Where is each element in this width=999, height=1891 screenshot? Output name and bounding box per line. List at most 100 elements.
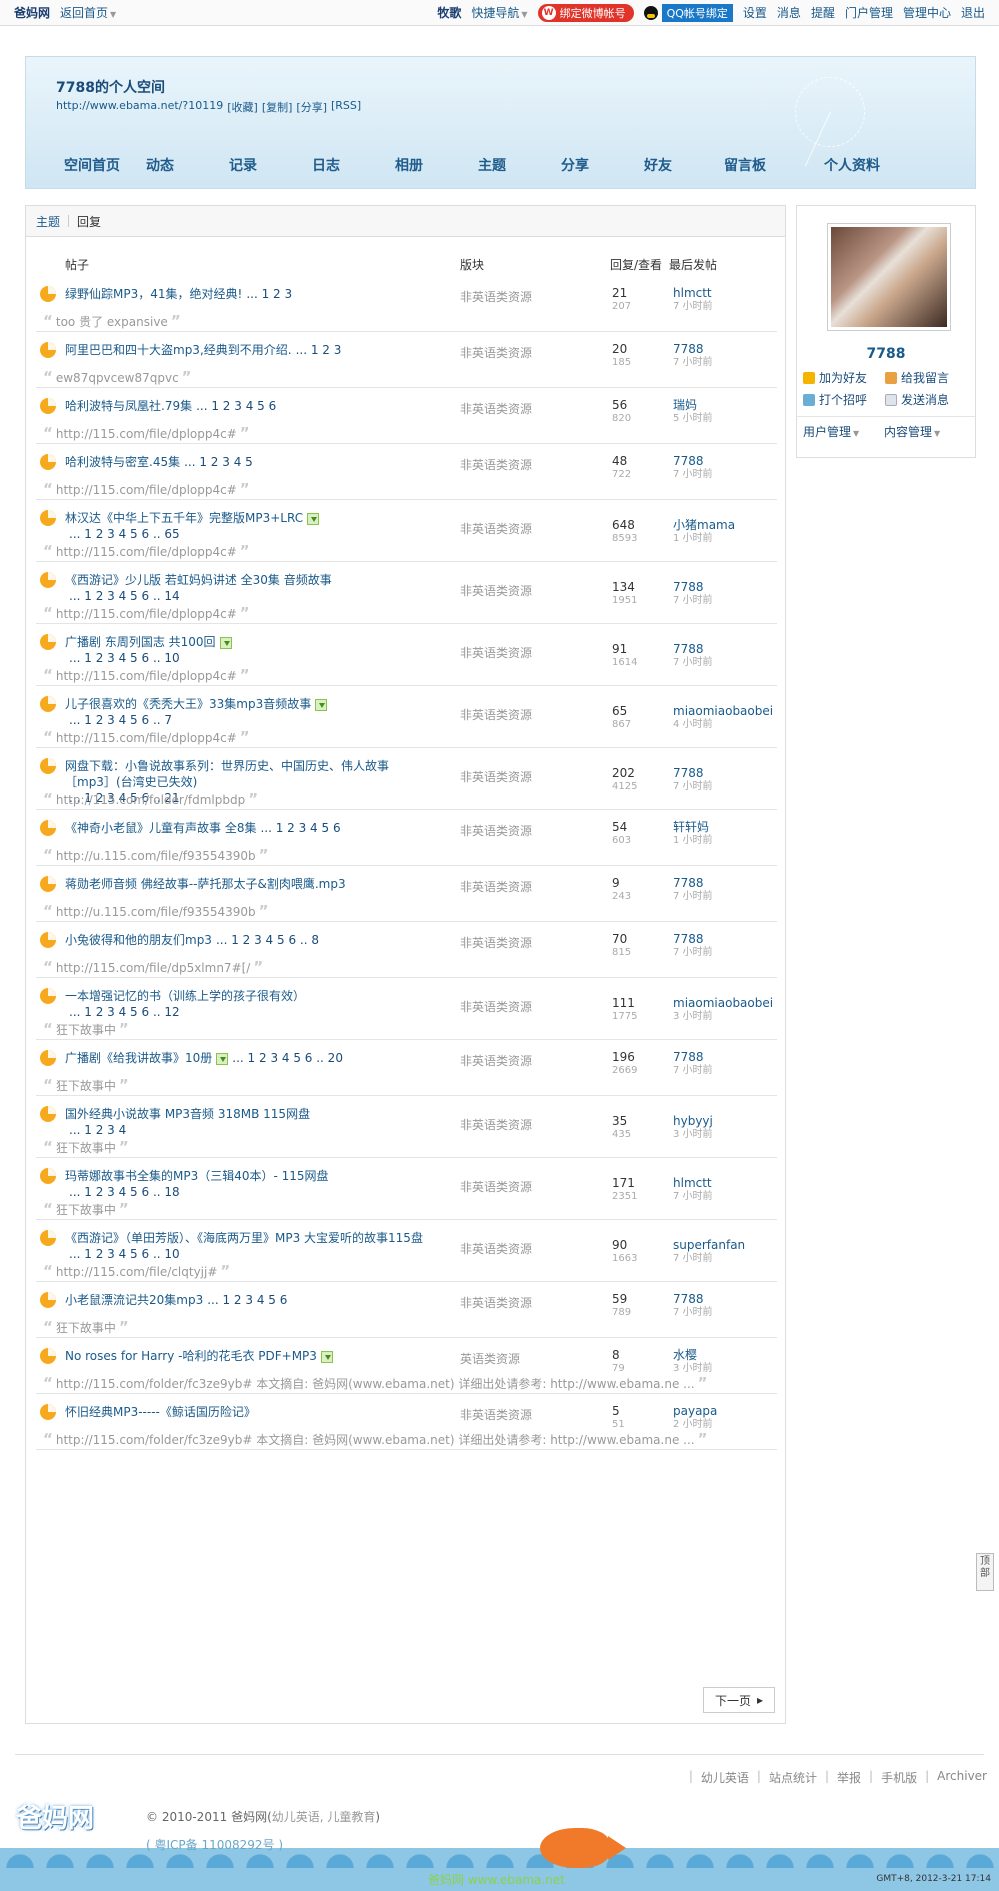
footer-link-archiver[interactable]: Archiver — [937, 1769, 987, 1786]
last-post-time-link[interactable]: 7 小时前 — [673, 890, 713, 904]
icp-link[interactable]: ( 粤ICP备 11008292号 ) — [146, 1836, 283, 1853]
logout-link[interactable]: 退出 — [961, 4, 985, 21]
last-post-time-link[interactable]: 7 小时前 — [673, 1306, 713, 1320]
send-message-link[interactable]: 发送消息 — [885, 391, 949, 408]
rss-link[interactable]: [RSS] — [331, 99, 361, 115]
thread-forum-link[interactable]: 非英语类资源 — [460, 456, 532, 473]
thread-forum-link[interactable]: 非英语类资源 — [460, 288, 532, 305]
reply-quote-link[interactable]: http://115.com/file/clqtyjj# — [56, 1265, 218, 1279]
nav-threads[interactable]: 主题 — [473, 155, 556, 175]
nav-space-home[interactable]: 空间首页 — [56, 155, 141, 175]
nav-guestbook[interactable]: 留言板 — [724, 155, 824, 175]
reply-quote-link[interactable]: 狂下故事中 — [56, 1079, 116, 1093]
last-post-time-link[interactable]: 1 小时前 — [673, 532, 735, 546]
thread-pages-link[interactable]: ... 1 2 3 — [296, 343, 342, 357]
last-poster-link[interactable]: 7788 — [673, 876, 704, 890]
last-post-time-link[interactable]: 7 小时前 — [673, 1064, 713, 1078]
last-post-time-link[interactable]: 4 小时前 — [673, 718, 773, 732]
thread-title-link[interactable]: 广播剧《给我讲故事》10册 — [65, 1051, 212, 1065]
thread-pages-link[interactable]: ... 1 2 3 4 5 6 .. 10 — [69, 651, 180, 665]
tab-replies[interactable]: 回复 — [77, 213, 101, 230]
thread-pages-link[interactable]: ... 1 2 3 4 5 6 .. 65 — [69, 527, 180, 541]
last-poster-link[interactable]: 7788 — [673, 1050, 704, 1064]
nav-share[interactable]: 分享 — [556, 155, 639, 175]
nav-records[interactable]: 记录 — [224, 155, 307, 175]
last-poster-link[interactable]: 7788 — [673, 642, 704, 656]
thread-title-link[interactable]: 国外经典小说故事 MP3音频 318MB 115网盘 — [65, 1107, 310, 1121]
last-poster-link[interactable]: 7788 — [673, 932, 704, 946]
thread-title-link[interactable]: 小兔彼得和他的朋友们mp3 — [65, 933, 212, 947]
footer-link-report[interactable]: 举报 — [837, 1769, 861, 1786]
thread-title-link[interactable]: 小老鼠漂流记共20集mp3 — [65, 1293, 203, 1307]
reply-quote-link[interactable]: 狂下故事中 — [56, 1023, 116, 1037]
thread-forum-link[interactable]: 非英语类资源 — [460, 1116, 532, 1133]
thread-title-link[interactable]: 广播剧 东周列国志 共100回 — [65, 635, 216, 649]
thread-forum-link[interactable]: 非英语类资源 — [460, 706, 532, 723]
last-post-time-link[interactable]: 7 小时前 — [673, 1190, 713, 1204]
next-page-button[interactable]: 下一页 ▸ — [703, 1687, 775, 1713]
reply-quote-link[interactable]: http://115.com/file/dplopp4c# — [56, 669, 237, 683]
last-post-time-link[interactable]: 5 小时前 — [673, 412, 713, 426]
thread-title-link[interactable]: 《西游记》少儿版 若虹妈妈讲述 全30集 音频故事 — [65, 573, 332, 587]
last-poster-link[interactable]: 小猪mama — [673, 518, 735, 532]
notifications-link[interactable]: 提醒 — [811, 4, 835, 21]
thread-pages-link[interactable]: ... 1 2 3 4 5 6 — [207, 1293, 287, 1307]
thread-pages-link[interactable]: ... 1 2 3 4 5 6 — [260, 821, 340, 835]
nav-blog[interactable]: 日志 — [307, 155, 390, 175]
thread-title-link[interactable]: 玛蒂娜故事书全集的MP3（三辑40本）- 115网盘 — [65, 1169, 329, 1183]
thread-forum-link[interactable]: 非英语类资源 — [460, 878, 532, 895]
messages-link[interactable]: 消息 — [777, 4, 801, 21]
thread-pages-link[interactable]: ... 1 2 3 4 5 6 — [196, 399, 276, 413]
nav-friends[interactable]: 好友 — [639, 155, 724, 175]
last-poster-link[interactable]: 7788 — [673, 342, 704, 356]
last-poster-link[interactable]: 7788 — [673, 1292, 704, 1306]
reply-quote-link[interactable]: http://115.com/folder/fdmlpbdp — [56, 793, 245, 807]
last-post-time-link[interactable]: 7 小时前 — [673, 356, 713, 370]
space-title[interactable]: 7788的个人空间 — [56, 77, 165, 97]
last-post-time-link[interactable]: 1 小时前 — [673, 834, 713, 848]
thread-pages-link[interactable]: ... 1 2 3 4 5 6 .. 12 — [69, 1005, 180, 1019]
thread-title-link[interactable]: 蒋勋老师音频 佛经故事--萨托那太子&割肉喂鹰.mp3 — [65, 877, 346, 891]
thread-pages-link[interactable]: ... 1 2 3 4 5 6 .. 7 — [69, 713, 172, 727]
reply-quote-link[interactable]: http://115.com/file/dplopp4c# — [56, 607, 237, 621]
thread-pages-link[interactable]: ... 1 2 3 4 5 — [184, 455, 253, 469]
thread-title-link[interactable]: 儿子很喜欢的《秃秃大王》33集mp3音频故事 — [65, 697, 311, 711]
last-poster-link[interactable]: hlmctt — [673, 286, 712, 300]
last-poster-link[interactable]: hlmctt — [673, 1176, 712, 1190]
reply-quote-link[interactable]: http://u.115.com/file/f93554390b — [56, 849, 256, 863]
back-to-top-button[interactable]: 顶部 — [976, 1553, 994, 1591]
portal-admin-link[interactable]: 门户管理 — [845, 4, 893, 21]
thread-forum-link[interactable]: 非英语类资源 — [460, 998, 532, 1015]
thread-forum-link[interactable]: 非英语类资源 — [460, 1294, 532, 1311]
thread-forum-link[interactable]: 非英语类资源 — [460, 344, 532, 361]
avatar[interactable] — [827, 223, 951, 331]
settings-link[interactable]: 设置 — [743, 4, 767, 21]
last-post-time-link[interactable]: 3 小时前 — [673, 1128, 713, 1142]
last-post-time-link[interactable]: 7 小时前 — [673, 468, 713, 482]
last-post-time-link[interactable]: 7 小时前 — [673, 656, 713, 670]
site-brand-link[interactable]: 爸妈网 — [14, 4, 50, 21]
thread-title-link[interactable]: 阿里巴巴和四十大盗mp3,经典到不用介绍. — [65, 343, 292, 357]
thread-forum-link[interactable]: 非英语类资源 — [460, 520, 532, 537]
thread-pages-link[interactable]: ... 1 2 3 4 5 6 .. 10 — [69, 1247, 180, 1261]
poke-link[interactable]: 打个招呼 — [803, 391, 867, 408]
back-home-link[interactable]: 返回首页 ▼ — [60, 4, 116, 21]
reply-quote-link[interactable]: http://115.com/file/dplopp4c# — [56, 483, 237, 497]
last-poster-link[interactable]: superfanfan — [673, 1238, 745, 1252]
content-manage-menu[interactable]: 内容管理 ▼ — [884, 423, 940, 440]
last-poster-link[interactable]: 7788 — [673, 766, 704, 780]
bind-qq-button[interactable]: QQ帐号绑定 — [643, 3, 733, 22]
user-manage-menu[interactable]: 用户管理 ▼ — [803, 423, 859, 440]
last-poster-link[interactable]: miaomiaobaobei — [673, 704, 773, 718]
reply-quote-link[interactable]: too 贵了 expansive — [56, 315, 168, 329]
thread-title-link[interactable]: No roses for Harry -哈利的花毛衣 PDF+MP3 — [65, 1349, 317, 1363]
thread-forum-link[interactable]: 非英语类资源 — [460, 1240, 532, 1257]
nav-album[interactable]: 相册 — [390, 155, 473, 175]
thread-forum-link[interactable]: 非英语类资源 — [460, 768, 532, 785]
last-post-time-link[interactable]: 7 小时前 — [673, 1252, 745, 1266]
reply-quote-link[interactable]: 狂下故事中 — [56, 1321, 116, 1335]
thread-pages-link[interactable]: ... 1 2 3 — [246, 287, 292, 301]
thread-title-link[interactable]: 《神奇小老鼠》儿童有声故事 全8集 — [65, 821, 256, 835]
leave-message-link[interactable]: 给我留言 — [885, 369, 949, 386]
thread-forum-link[interactable]: 非英语类资源 — [460, 400, 532, 417]
